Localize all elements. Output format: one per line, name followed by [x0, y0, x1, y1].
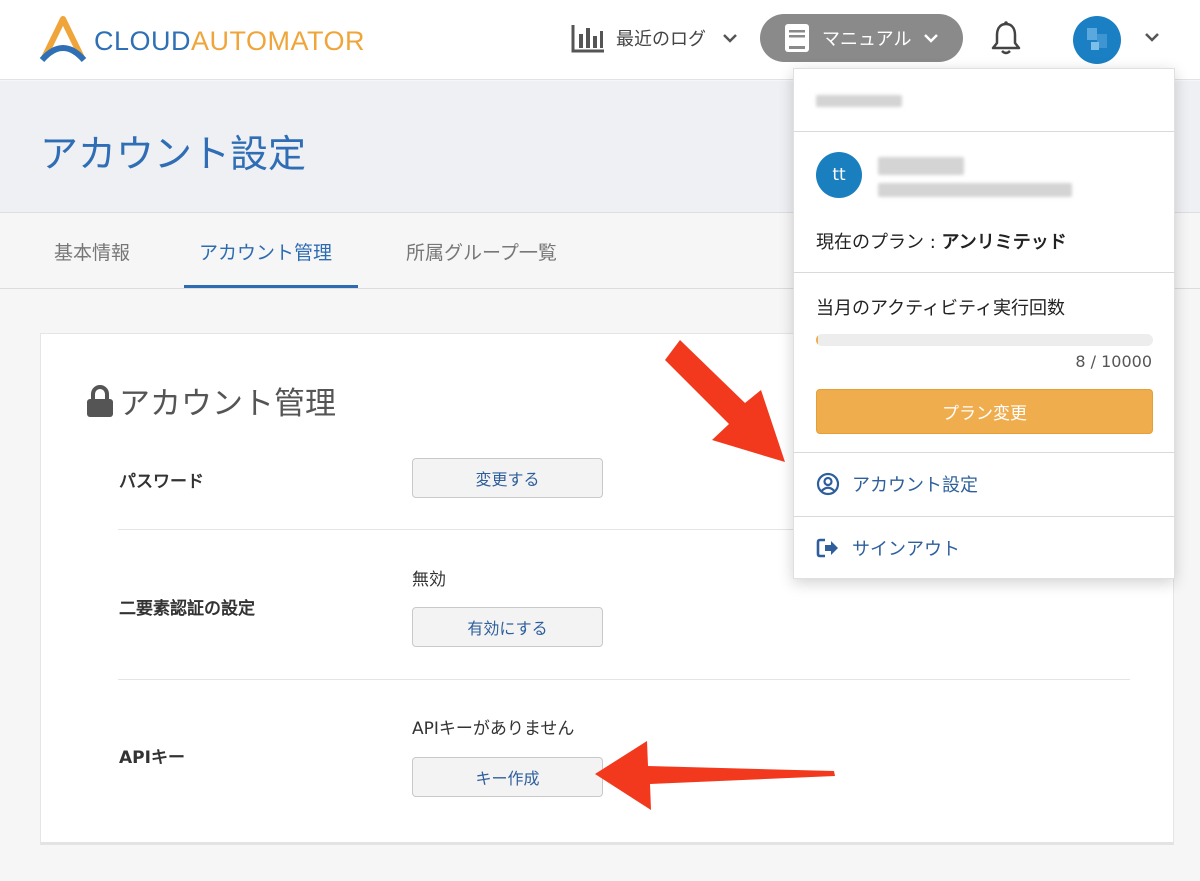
- book-icon: [785, 24, 809, 52]
- plan-name: アンリミテッド: [941, 232, 1067, 253]
- logo-mark-icon: [39, 16, 87, 62]
- change-password-button[interactable]: 変更する: [412, 458, 603, 498]
- page-title: アカウント設定: [40, 132, 307, 176]
- user-dropdown-menu: tt 現在のプラン : アンリミテッド 当月のアクティビティ実行回数 8 / 1…: [793, 68, 1175, 579]
- redacted-user-name: [878, 157, 964, 175]
- menu-divider: [794, 131, 1174, 132]
- activity-progress-text: 8 / 10000: [1075, 352, 1152, 371]
- change-plan-button[interactable]: プラン変更: [816, 389, 1153, 434]
- chevron-down-icon[interactable]: [1144, 32, 1160, 42]
- two-factor-label: 二要素認証の設定: [119, 599, 255, 619]
- current-plan: 現在のプラン : アンリミテッド: [816, 228, 1067, 254]
- activity-count-label: 当月のアクティビティ実行回数: [816, 298, 1065, 319]
- dropdown-avatar: tt: [816, 152, 862, 198]
- redacted-user-email: [878, 183, 1072, 197]
- cloudautomator-logo[interactable]: CLOUDAUTOMATOR: [38, 14, 365, 62]
- user-circle-icon: [816, 472, 840, 496]
- activity-progress-fill: [816, 334, 818, 346]
- recent-logs-menu[interactable]: 最近のログ: [570, 20, 738, 56]
- account-settings-menu-item[interactable]: アカウント設定: [816, 471, 978, 497]
- row-divider: [118, 679, 1130, 680]
- manual-menu-button[interactable]: マニュアル: [760, 14, 963, 62]
- chevron-down-icon: [723, 34, 737, 43]
- card-title: アカウント管理: [119, 386, 336, 422]
- sign-out-label: サインアウト: [852, 539, 960, 560]
- redacted-account-name: [816, 95, 902, 107]
- bar-chart-icon: [571, 25, 604, 53]
- menu-divider: [794, 452, 1174, 453]
- tab-basic-info[interactable]: 基本情報: [54, 238, 130, 265]
- recent-logs-label: 最近のログ: [616, 29, 706, 50]
- enable-two-factor-button[interactable]: 有効にする: [412, 607, 603, 647]
- api-key-label: APIキー: [119, 748, 185, 768]
- password-label: パスワード: [119, 472, 204, 492]
- logo-text-cloud: CLOUD: [94, 25, 192, 56]
- card-heading: アカウント管理: [85, 378, 336, 423]
- manual-label: マニュアル: [822, 29, 912, 50]
- menu-divider: [794, 516, 1174, 517]
- create-api-key-button[interactable]: キー作成: [412, 757, 603, 797]
- lock-icon: [87, 384, 113, 417]
- two-factor-status: 無効: [412, 570, 446, 590]
- plan-prefix: 現在のプラン :: [816, 232, 942, 253]
- menu-divider: [794, 272, 1174, 273]
- active-tab-indicator: [184, 285, 358, 288]
- activity-progress-bar: [816, 334, 1153, 346]
- sign-out-menu-item[interactable]: サインアウト: [816, 535, 960, 561]
- tab-account-management[interactable]: アカウント管理: [199, 238, 332, 265]
- account-settings-label: アカウント設定: [852, 475, 978, 496]
- chevron-down-icon: [924, 34, 939, 43]
- notification-bell-icon[interactable]: [990, 20, 1022, 60]
- api-key-status: APIキーがありません: [412, 719, 575, 739]
- logo-text-automator: AUTOMATOR: [191, 25, 366, 56]
- tab-group-list[interactable]: 所属グループ一覧: [406, 238, 557, 265]
- user-avatar[interactable]: [1073, 16, 1121, 64]
- sign-out-icon: [816, 538, 838, 558]
